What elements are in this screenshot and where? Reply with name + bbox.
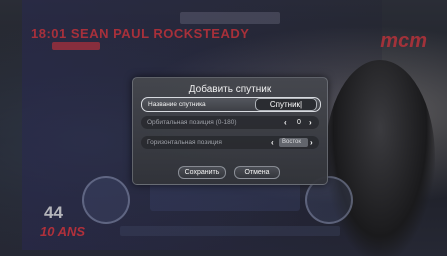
horizontal-position-value[interactable]: Восток [279, 138, 308, 147]
save-button[interactable]: Сохранить [178, 166, 226, 179]
horizontal-position-row[interactable]: Горизонтальная позиция ‹ Восток › [141, 136, 319, 149]
chevron-right-icon[interactable]: › [310, 136, 313, 149]
orbital-position-label: Орбитальная позиция (0-180) [147, 119, 237, 126]
tv-left-circle-graphic [82, 176, 130, 224]
horizontal-position-label: Горизонтальная позиция [147, 139, 222, 146]
tv-show-subtitle: 10 ANS [40, 224, 86, 239]
channel-logo: mcm [380, 30, 427, 52]
dialog-title: Добавить спутник [188, 84, 272, 95]
satellite-name-label: Название спутника [148, 101, 206, 108]
tv-presenter-silhouette [325, 60, 435, 256]
orbital-position-value[interactable]: 0 [292, 116, 306, 129]
satellite-name-row[interactable]: Название спутника Спутник| [141, 97, 321, 112]
tv-bottom-bar [120, 226, 340, 236]
satellite-name-input[interactable]: Спутник| [255, 98, 317, 111]
chevron-right-icon[interactable]: › [309, 116, 312, 129]
tv-top-bar [180, 12, 280, 24]
add-satellite-dialog: Добавить спутник Название спутника Спутн… [132, 77, 328, 185]
chevron-left-icon[interactable]: ‹ [284, 116, 287, 129]
tv-show-number: 44 [44, 203, 63, 222]
orbital-position-row[interactable]: Орбитальная позиция (0-180) ‹ 0 › [141, 116, 319, 129]
tv-channel-title: 18:01 SEAN PAUL ROCKSTEADY [31, 26, 250, 41]
tv-info-banner [150, 183, 300, 211]
tv-badge [52, 42, 100, 50]
chevron-left-icon[interactable]: ‹ [271, 136, 274, 149]
cancel-button[interactable]: Отмена [234, 166, 280, 179]
